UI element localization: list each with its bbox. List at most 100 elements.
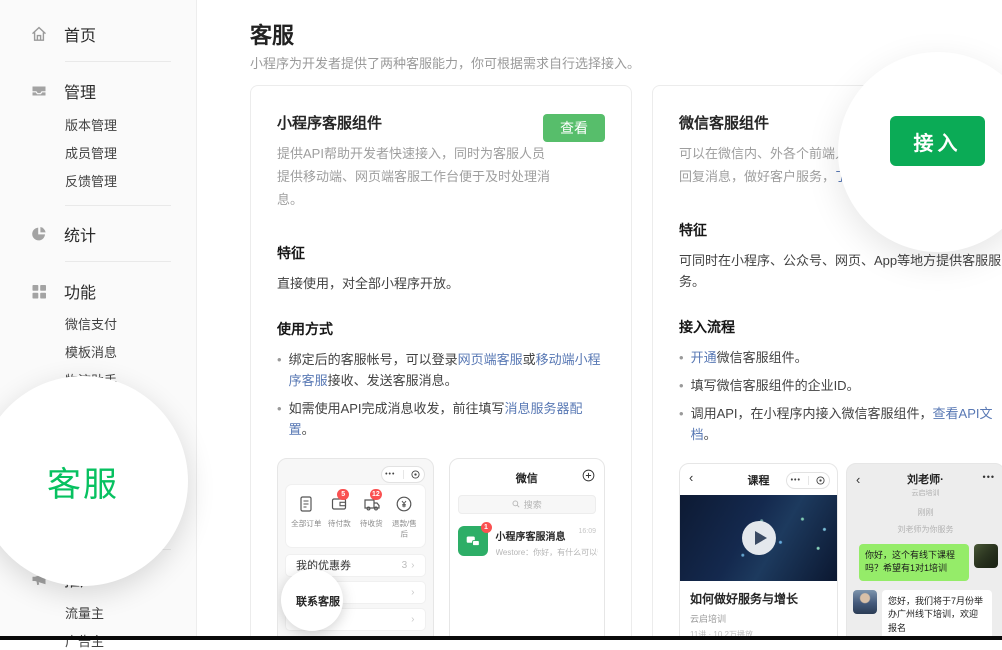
miniprogram-capsule: ••• [786, 472, 830, 489]
text-segment: 绑定后的客服帐号，可以登录 [289, 352, 458, 367]
sidebar-item-label: 统计 [64, 222, 96, 246]
flow-bullet-3: • 调用API，在小程序内接入微信客服组件，查看API文档。 [679, 403, 1002, 445]
shortcut-pending-delivery: 12 待收货 [355, 494, 388, 540]
join-button[interactable]: 接入 [890, 116, 985, 166]
divider [65, 61, 171, 62]
text-segment: 调用API，在小程序内接入微信客服组件， [691, 406, 933, 421]
chat-contact-name: 刘老师· [847, 471, 1002, 487]
course-info: 如何做好服务与增长 云启培训 11讲 · 10.2万播放 [680, 581, 837, 640]
grid-icon [30, 282, 48, 300]
sidebar-item-label: 功能 [64, 279, 96, 303]
avatar [974, 544, 998, 568]
divider [65, 205, 171, 206]
bullet-text: 如需使用API完成消息收发，前往填写消息服务器配置。 [289, 398, 605, 440]
plus-circle-icon [582, 469, 595, 482]
chevron-right-icon: › [411, 560, 414, 571]
message-row-incoming: 您好，我们将于7月份举办广州线下培训，欢迎报名 [847, 581, 1002, 640]
badge-count: 5 [337, 489, 349, 500]
text-segment: 。 [302, 422, 315, 437]
phone-mockup-orders: ••• 全部订单 5 待付款 [277, 458, 434, 640]
back-icon: ‹ [856, 472, 860, 487]
phone-mockup-course: ‹ 课程 ••• 如何做好服务与增长 云启培训 1 [679, 463, 838, 640]
page-subtitle: 小程序为开发者提供了两种客服能力，你可根据需求自行选择接入。 [250, 53, 640, 72]
order-shortcuts-card: 全部订单 5 待付款 12 待收货 [286, 485, 425, 547]
flow-heading: 接入流程 [679, 317, 1002, 337]
home-icon [30, 25, 48, 43]
sidebar-subitem-label: 微信支付 [65, 314, 117, 333]
refund-icon [388, 494, 421, 514]
sidebar-subitem-label: 成员管理 [65, 143, 117, 162]
flow-bullet-1: • 开通微信客服组件。 [679, 347, 1002, 368]
chat-item-preview: Westore：你好，有什么可以帮您? [496, 547, 598, 558]
sidebar-subitem-label: 模板消息 [65, 342, 117, 361]
divider [403, 470, 404, 479]
search-icon [512, 500, 520, 508]
shortcut-label: 待付款 [323, 518, 354, 528]
card-miniprogram-service: 小程序客服组件 提供API帮助开发者快速接入，同时为客服人员提供移动端、网页端客… [250, 85, 632, 640]
sidebar-item-template-msg[interactable]: 模板消息 [0, 342, 196, 360]
sidebar-item-manage[interactable]: 管理 [0, 79, 196, 103]
link-web-service[interactable]: 网页端客服 [458, 352, 523, 367]
course-title: 如何做好服务与增长 [690, 590, 827, 607]
bullet-text: 开通微信客服组件。 [691, 347, 808, 368]
contact-service-highlight: 联系客服 [296, 593, 340, 609]
divider [808, 476, 809, 485]
shortcut-label: 退款/售后 [389, 518, 420, 539]
card-description: 提供API帮助开发者快速接入，同时为客服人员提供移动端、网页端客服工作台便于及时… [277, 142, 551, 211]
page-title: 客服 [250, 18, 294, 50]
service-message-icon: 1 [458, 526, 488, 556]
chat-system-message: 刘老师为你服务 [847, 524, 1002, 535]
sidebar-item-feedback[interactable]: 反馈管理 [0, 171, 196, 189]
inbox-icon [30, 82, 48, 100]
bullet-text: 填写微信客服组件的企业ID。 [691, 375, 860, 396]
sidebar-item-version[interactable]: 版本管理 [0, 115, 196, 133]
flow-bullet-2: • 填写微信客服组件的企业ID。 [679, 375, 1002, 396]
chat-header: ‹ 刘老师· 云启培训 ••• [847, 471, 1002, 498]
message-bubble-outgoing: 你好，这个有线下课程吗？希望有1对1培训 [859, 544, 969, 581]
badge-count: 12 [370, 489, 382, 500]
main-content: 客服 小程序为开发者提供了两种客服能力，你可根据需求自行选择接入。 小程序客服组… [197, 0, 1002, 640]
phone-mockup-chatlist: 微信 搜索 1 小程序客服消息 Westor [449, 458, 606, 640]
chatlist-header: 微信 [450, 467, 605, 489]
course-header: ‹ 课程 ••• [680, 469, 837, 491]
shortcut-label: 全部订单 [291, 518, 322, 528]
shortcut-label: 待收货 [356, 518, 387, 528]
play-button-icon [742, 521, 776, 555]
bullet-text: 绑定后的客服帐号，可以登录网页端客服或移动端小程序客服接收、发送客服消息。 [289, 349, 605, 391]
divider [65, 261, 171, 262]
bullet-dot: • [679, 403, 684, 445]
unread-badge: 1 [481, 522, 492, 533]
shortcut-all-orders: 全部订单 [290, 494, 323, 540]
sidebar-item-member[interactable]: 成员管理 [0, 143, 196, 161]
shortcut-refund: 退款/售后 [388, 494, 421, 540]
avatar [853, 590, 877, 614]
bullet-dot: • [679, 375, 684, 396]
view-button[interactable]: 查看 [543, 114, 605, 142]
more-dots-icon: ••• [791, 477, 801, 484]
text-segment: 或 [523, 352, 536, 367]
sidebar-item-traffic[interactable]: 流量主 [0, 603, 196, 621]
link-activate[interactable]: 开通 [691, 350, 717, 365]
sidebar-item-home[interactable]: 首页 [0, 22, 196, 46]
chat-contact-subtitle: 云启培训 [847, 488, 1002, 498]
sidebar-item-stats[interactable]: 统计 [0, 222, 196, 246]
more-dots-icon: ••• [983, 472, 995, 482]
message-bubble-incoming: 您好，我们将于7月份举办广州线下培训，欢迎报名 [882, 590, 992, 640]
sidebar-subitem-label: 版本管理 [65, 115, 117, 134]
screenshots-row: ‹ 课程 ••• 如何做好服务与增长 云启培训 1 [679, 463, 1002, 640]
usage-bullet-2: • 如需使用API完成消息收发，前往填写消息服务器配置。 [277, 398, 605, 440]
feature-text: 可同时在小程序、公众号、网页、App等地方提供客服服务。 [679, 251, 1002, 293]
sidebar-item-features[interactable]: 功能 [0, 279, 196, 303]
bullet-dot: • [277, 398, 282, 440]
sidebar-item-customer-service[interactable]: 客服 [47, 457, 119, 506]
sidebar-item-wxpay[interactable]: 微信支付 [0, 314, 196, 332]
screenshots-row: ••• 全部订单 5 待付款 [277, 458, 605, 640]
window-bottom-edge [0, 636, 1002, 640]
text-segment: 如需使用API完成消息收发，前往填写 [289, 401, 505, 416]
feature-text: 直接使用，对全部小程序开放。 [277, 274, 605, 295]
sidebar-item-advertiser[interactable]: 广告主 [0, 631, 196, 649]
back-icon: ‹ [689, 470, 693, 485]
text-segment: 微信客服组件。 [717, 350, 808, 365]
chevron-right-icon: › [411, 587, 414, 598]
feature-heading: 特征 [277, 243, 605, 263]
